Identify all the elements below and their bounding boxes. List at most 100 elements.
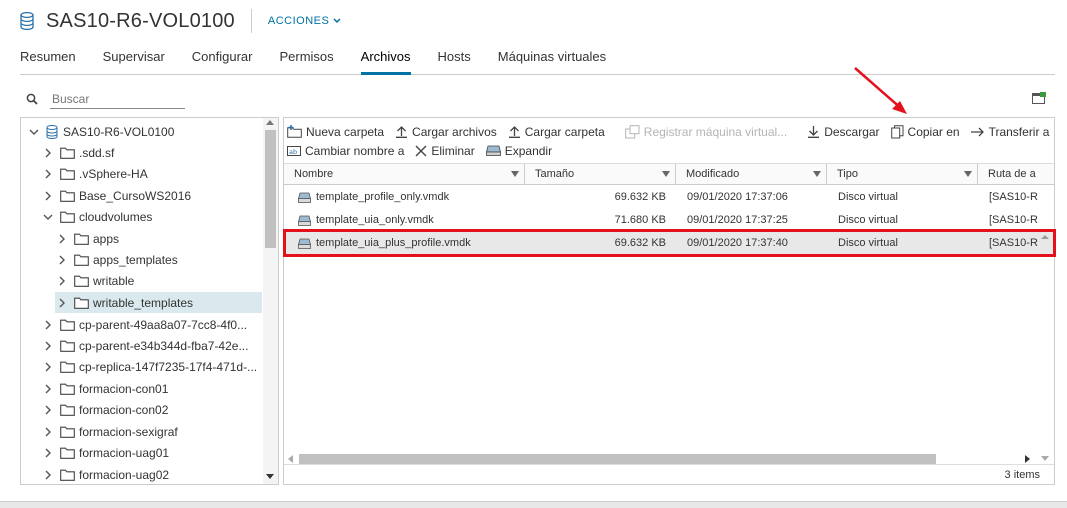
chevron-right-icon[interactable] [55, 232, 69, 246]
bottom-edge [0, 501, 1067, 508]
chevron-right-icon[interactable] [41, 167, 55, 181]
tab-archivos[interactable]: Archivos [360, 48, 411, 75]
folder-icon [60, 168, 75, 180]
folder-icon [60, 361, 75, 373]
tree-item-formacion-sexigraf[interactable]: formacion-sexigraf [41, 421, 178, 442]
page-title: SAS10-R6-VOL0100 [46, 9, 235, 32]
tree-item-base-cursows2016[interactable]: Base_CursoWS2016 [41, 185, 191, 206]
chevron-right-icon[interactable] [41, 468, 55, 482]
copy-to-button[interactable]: Copiar en [890, 125, 960, 139]
upload-folder-button[interactable]: Cargar carpeta [508, 125, 605, 139]
tab-supervisar[interactable]: Supervisar [103, 48, 165, 75]
file-modified: 09/01/2020 17:37:06 [687, 191, 788, 203]
tree-item-label: apps [93, 231, 120, 246]
vmdk-file-icon [298, 238, 311, 249]
scroll-thumb[interactable] [265, 130, 276, 248]
tree-item-sdd-sf[interactable]: .sdd.sf [41, 142, 114, 163]
file-browser-pane: Nueva carpeta Cargar archivos Cargar car… [283, 117, 1055, 485]
chevron-right-icon[interactable] [41, 189, 55, 203]
chevron-down-icon[interactable] [27, 125, 41, 139]
tree-item-formacion-con02[interactable]: formacion-con02 [41, 399, 168, 420]
delete-button[interactable]: Eliminar [415, 144, 475, 158]
tree-item-formacion-uag02[interactable]: formacion-uag02 [41, 464, 169, 484]
tree-item-cp-replica-147f[interactable]: cp-replica-147f7235-17f4-471d-... [41, 356, 257, 377]
tree-item-cp-parent-e34b[interactable]: cp-parent-e34b344d-fba7-42e... [41, 335, 248, 356]
column-header-nombre[interactable]: Nombre [284, 164, 525, 185]
inflate-button[interactable]: Expandir [485, 144, 552, 158]
vmdk-file-icon [298, 192, 311, 203]
column-header-tamano[interactable]: Tamaño [525, 164, 676, 185]
grid-footer: 3 items [284, 464, 1054, 484]
scroll-down-icon[interactable] [1041, 456, 1049, 461]
file-type: Disco virtual [838, 191, 898, 203]
upload-files-button[interactable]: Cargar archivos [395, 125, 497, 139]
datastore-icon [20, 12, 34, 30]
tab-resumen[interactable]: Resumen [20, 48, 76, 75]
file-path: [SAS10-R [989, 237, 1038, 249]
file-type: Disco virtual [838, 214, 898, 226]
tree-item-label: formacion-con02 [79, 402, 169, 417]
chevron-right-icon[interactable] [41, 446, 55, 460]
chevron-right-icon[interactable] [55, 296, 69, 310]
tree-item-label: cp-parent-e34b344d-fba7-42e... [79, 338, 249, 353]
chevron-right-icon[interactable] [41, 403, 55, 417]
tree-item-writable-templates[interactable]: writable_templates [55, 292, 262, 313]
scroll-up-icon[interactable] [1037, 230, 1053, 244]
tree-item-cloudvolumes[interactable]: cloudvolumes [41, 206, 152, 227]
tree-item-writable[interactable]: writable [55, 270, 134, 291]
chevron-right-icon[interactable] [41, 318, 55, 332]
tab-maquinas-virtuales[interactable]: Máquinas virtuales [498, 48, 606, 75]
tree-item-apps-templates[interactable]: apps_templates [55, 249, 178, 270]
actions-menu-button[interactable]: ACCIONES [268, 15, 341, 27]
scroll-up-icon[interactable] [266, 120, 274, 125]
download-button[interactable]: Descargar [807, 125, 880, 139]
folder-icon [74, 254, 89, 266]
chevron-down-icon[interactable] [41, 210, 55, 224]
register-vm-button[interactable]: Registrar máquina virtual... [624, 125, 787, 139]
open-in-new-window-icon[interactable] [1032, 92, 1046, 104]
column-header-tipo[interactable]: Tipo [827, 164, 978, 185]
column-header-modificado[interactable]: Modificado [676, 164, 827, 185]
scroll-thumb[interactable] [299, 454, 936, 464]
tab-hosts[interactable]: Hosts [438, 48, 471, 75]
chevron-right-icon[interactable] [55, 274, 69, 288]
search-input[interactable] [50, 89, 185, 109]
chevron-right-icon[interactable] [41, 360, 55, 374]
file-path: [SAS10-R [989, 214, 1038, 226]
column-label: Modificado [686, 168, 740, 180]
filter-icon[interactable] [813, 171, 821, 177]
tree-item-cp-parent-49aa[interactable]: cp-parent-49aa8a07-7cc8-4f0... [41, 314, 247, 335]
move-to-button[interactable]: Transferir a [970, 125, 1049, 139]
chevron-right-icon[interactable] [55, 253, 69, 267]
table-row[interactable]: template_uia_only.vmdk 71.680 KB 09/01/2… [284, 209, 1054, 232]
tree-item-apps[interactable]: apps [55, 228, 119, 249]
tree-item-label: .vSphere-HA [79, 166, 148, 181]
tab-configurar[interactable]: Configurar [192, 48, 253, 75]
filter-icon[interactable] [662, 171, 670, 177]
tab-permisos[interactable]: Permisos [279, 48, 333, 75]
tree-item-formacion-uag01[interactable]: formacion-uag01 [41, 442, 169, 463]
filter-icon[interactable] [511, 171, 519, 177]
chevron-right-icon[interactable] [41, 425, 55, 439]
chevron-right-icon[interactable] [41, 339, 55, 353]
tree-item-formacion-con01[interactable]: formacion-con01 [41, 378, 168, 399]
tree-scrollbar[interactable] [263, 118, 278, 484]
table-row[interactable]: template_profile_only.vmdk 69.632 KB 09/… [284, 186, 1054, 209]
tree-item-root[interactable]: SAS10-R6-VOL0100 [27, 121, 174, 142]
chevron-right-icon[interactable] [41, 146, 55, 160]
object-header: SAS10-R6-VOL0100 ACCIONES [20, 8, 341, 34]
scroll-left-icon[interactable] [288, 455, 293, 463]
new-folder-button[interactable]: Nueva carpeta [287, 125, 384, 139]
rename-button[interactable]: ab Cambiar nombre a [287, 144, 404, 158]
tree-item-label: formacion-sexigraf [79, 424, 178, 439]
file-name-cell: template_uia_plus_profile.vmdk [298, 232, 523, 255]
table-row-selected[interactable]: template_uia_plus_profile.vmdk 69.632 KB… [284, 232, 1054, 255]
filter-icon[interactable] [964, 171, 972, 177]
column-label: Tamaño [535, 168, 575, 180]
tree-item-vsphere-ha[interactable]: .vSphere-HA [41, 163, 148, 184]
column-header-ruta[interactable]: Ruta de a [978, 164, 1054, 185]
scroll-down-icon[interactable] [266, 474, 274, 479]
folder-icon [60, 469, 75, 481]
scroll-right-icon[interactable] [1025, 455, 1030, 463]
chevron-right-icon[interactable] [41, 382, 55, 396]
